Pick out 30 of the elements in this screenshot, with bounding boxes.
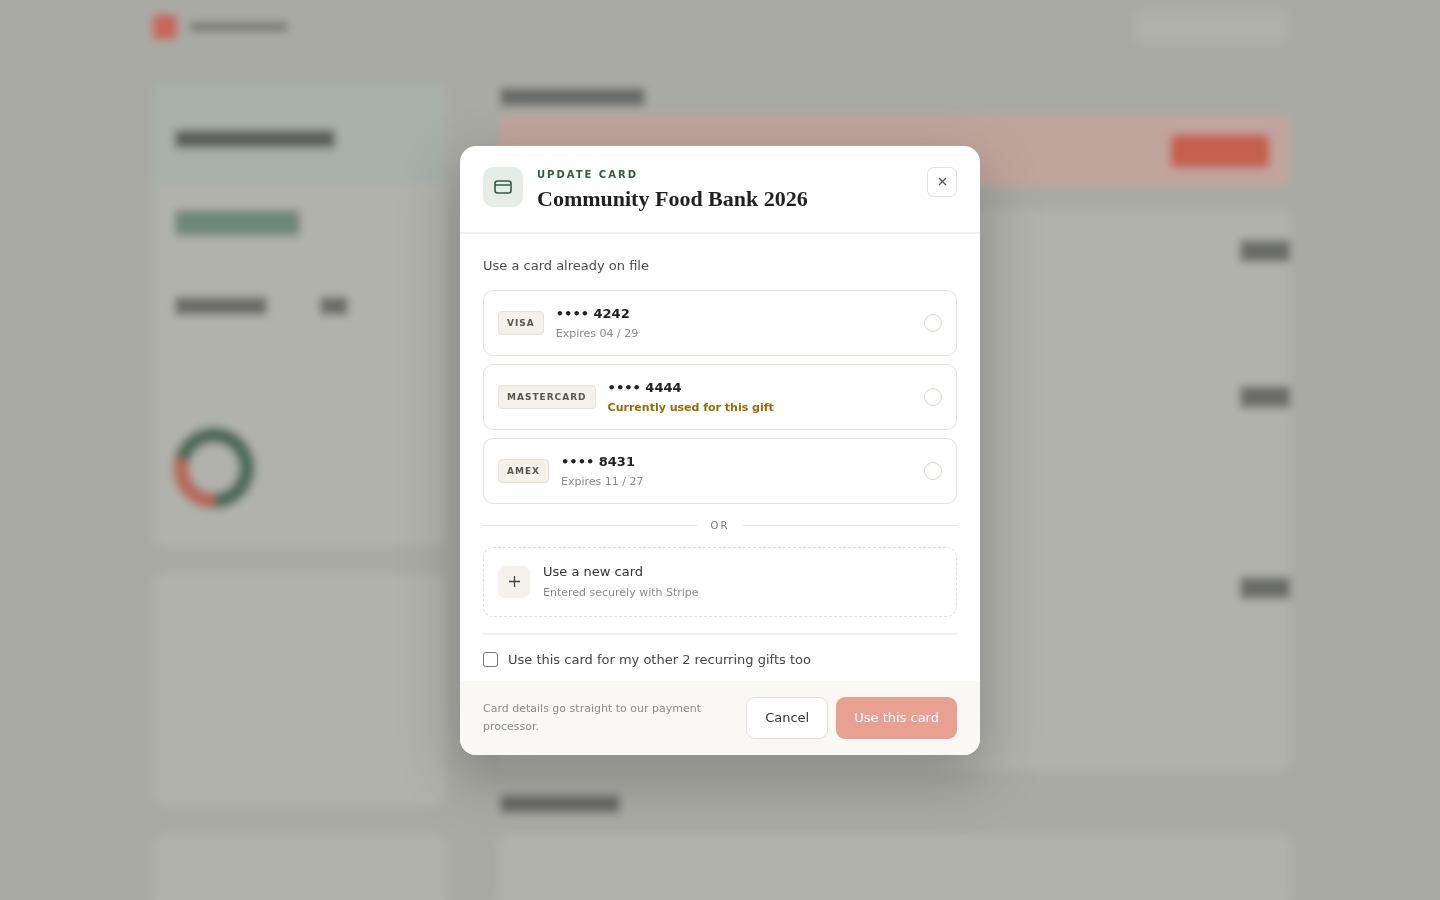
card-expiry: Expires 04 / 29 — [555, 326, 640, 340]
dialog-eyebrow: UPDATE CARD — [537, 168, 639, 180]
card-number: •••• 4444 — [607, 379, 683, 395]
card-number: •••• 8431 — [561, 453, 636, 469]
radio-button[interactable] — [924, 461, 942, 480]
radio-button[interactable] — [924, 313, 942, 332]
new-card-subtitle: Entered securely with Stripe — [543, 586, 699, 599]
current-card-note: Currently used for this gift — [607, 400, 775, 414]
card-expiry: Expires 11 / 27 — [561, 474, 645, 488]
section-label: Use a card already on file — [483, 257, 650, 273]
saved-card-option[interactable]: VISA •••• 4242 Expires 04 / 29 — [483, 289, 957, 356]
saved-card-option[interactable]: MASTERCARD •••• 4444 Currently used for this gift — [483, 363, 957, 430]
close-icon — [937, 177, 947, 186]
or-divider-label: OR — [710, 519, 730, 531]
credit-card-icon — [483, 166, 523, 207]
checkbox-label: Use this card for my other 2 recurring gifts too — [508, 651, 811, 667]
saved-card-option[interactable]: AMEX •••• 8431 Expires 11 / 27 — [483, 437, 957, 504]
card-brand-badge: VISA — [498, 310, 544, 335]
cancel-button[interactable]: Cancel — [746, 696, 829, 739]
close-button[interactable] — [927, 166, 957, 197]
radio-button[interactable] — [924, 387, 942, 406]
card-brand-badge: MASTERCARD — [498, 384, 596, 409]
dialog-title: Community Food Bank 2026 — [537, 185, 809, 212]
new-card-option[interactable]: Use a new card Entered securely with Stripe — [483, 546, 957, 617]
plus-icon — [498, 565, 530, 598]
new-card-title: Use a new card — [543, 564, 644, 579]
checkbox[interactable] — [483, 651, 498, 667]
card-number: •••• 4242 — [555, 305, 631, 321]
card-brand-badge: AMEX — [498, 458, 549, 483]
footer-note: Card details go straight to our payment processor. — [483, 700, 702, 735]
